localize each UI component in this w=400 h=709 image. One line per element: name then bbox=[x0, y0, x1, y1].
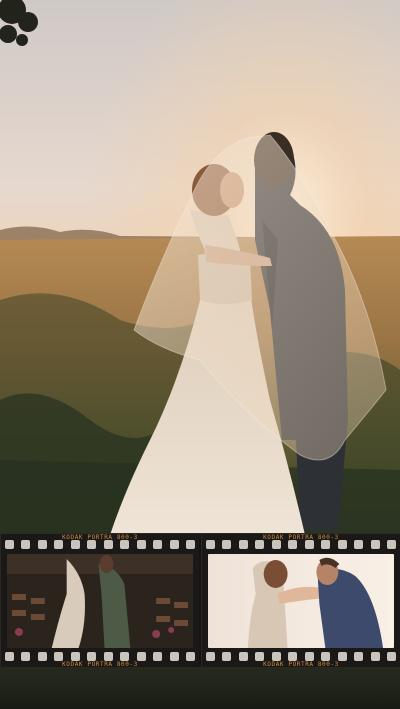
film-frame-1[interactable]: KODAK PORTRA 800-3 KODAK PORTRA 800-3 bbox=[0, 534, 199, 668]
sprocket-row-top bbox=[5, 540, 195, 550]
aisle-photo-illustration bbox=[7, 554, 193, 648]
film-strip: KODAK PORTRA 800-3 KODAK PORTRA 800-3 KO… bbox=[0, 533, 400, 668]
hero-photo bbox=[0, 0, 400, 535]
embrace-photo-illustration bbox=[208, 554, 394, 648]
bottom-grass-band bbox=[0, 667, 400, 709]
wedding-photo-illustration bbox=[0, 0, 400, 535]
film-frame-photo bbox=[208, 554, 394, 648]
film-frame-photo bbox=[7, 554, 193, 648]
film-frame-2[interactable]: KODAK PORTRA 800-3 KODAK PORTRA 800-3 bbox=[201, 534, 400, 668]
sprocket-row-top bbox=[206, 540, 396, 550]
